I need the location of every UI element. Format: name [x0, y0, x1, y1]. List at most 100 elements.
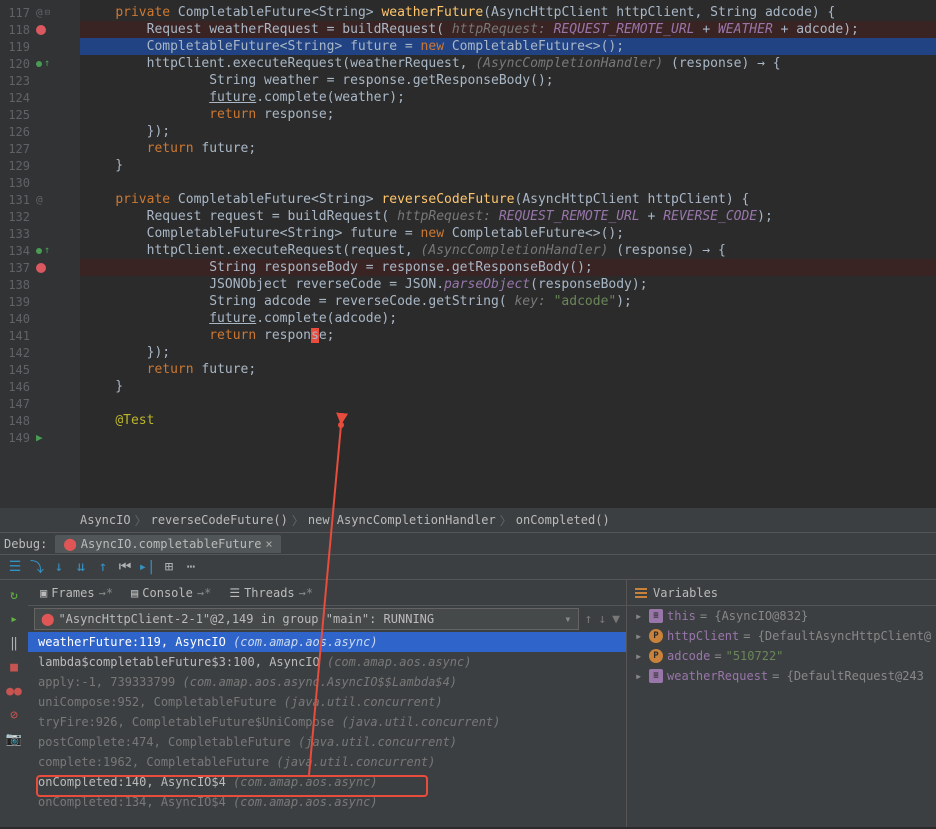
code-line[interactable]: @Test [80, 412, 936, 429]
breadcrumb-item[interactable]: AsyncIO [80, 513, 131, 527]
var-type-icon: P [649, 629, 663, 643]
gutter-arrow-icon: ↑ [44, 245, 50, 256]
debug-tab-label: AsyncIO.completableFuture [81, 537, 262, 551]
code-line[interactable]: JSONObject reverseCode = JSON.parseObjec… [80, 276, 936, 293]
code-line[interactable]: CompletableFuture<String> future = new C… [80, 38, 936, 55]
step-out-icon[interactable]: ↑ [94, 558, 112, 576]
code-line[interactable]: Request weatherRequest = buildRequest( h… [80, 21, 936, 38]
breadcrumb-item[interactable]: onCompleted() [516, 513, 610, 527]
thread-selector[interactable]: ⬤ "AsyncHttpClient-2-1"@2,149 in group "… [34, 608, 579, 630]
frames-icon: ▣ [40, 586, 47, 600]
console-tab[interactable]: ▤Console→* [123, 583, 219, 603]
step-over-icon[interactable]: ⤵ [28, 558, 46, 576]
code-line[interactable]: Request request = buildRequest( httpRequ… [80, 208, 936, 225]
breakpoint-icon[interactable] [36, 263, 46, 273]
gutter-dot-icon [36, 61, 42, 67]
prev-frame-icon[interactable]: ↑ [585, 612, 593, 627]
force-step-into-icon[interactable]: ⇊ [72, 558, 90, 576]
variable-row[interactable]: ▸P adcode = "510722" [627, 646, 936, 666]
code-line[interactable]: }); [80, 123, 936, 140]
code-line[interactable] [80, 174, 936, 191]
code-line[interactable]: String weather = response.getResponseBod… [80, 72, 936, 89]
code-line[interactable]: String adcode = reverseCode.getString( k… [80, 293, 936, 310]
variables-list[interactable]: ▸≡ this = {AsyncIO@832}▸P httpClient = {… [627, 606, 936, 686]
stack-frame[interactable]: lambda$completableFuture$3:100, AsyncIO … [28, 652, 626, 672]
stop-icon[interactable]: ■ [5, 658, 23, 676]
stack-frame[interactable]: uniCompose:952, CompletableFuture (java.… [28, 692, 626, 712]
code-line[interactable]: private CompletableFuture<String> revers… [80, 191, 936, 208]
code-line[interactable]: private CompletableFuture<String> weathe… [80, 4, 936, 21]
code-line[interactable]: httpClient.executeRequest(weatherRequest… [80, 55, 936, 72]
filter-icon[interactable]: ▼ [612, 612, 620, 627]
variable-row[interactable]: ▸≡ weatherRequest = {DefaultRequest@243 [627, 666, 936, 686]
stack-frame[interactable]: onCompleted:134, AsyncIO$4 (com.amap.aos… [28, 792, 626, 812]
var-type-icon: ≡ [649, 669, 663, 683]
run-to-cursor-icon[interactable]: ▸| [138, 558, 156, 576]
bug-icon: ⬤ [63, 537, 76, 551]
variable-row[interactable]: ▸≡ this = {AsyncIO@832} [627, 606, 936, 626]
mute-breakpoints-icon[interactable]: ⊘ [5, 706, 23, 724]
thread-selector-row: ⬤ "AsyncHttpClient-2-1"@2,149 in group "… [28, 606, 626, 632]
code-line[interactable]: return future; [80, 361, 936, 378]
next-frame-icon[interactable]: ↓ [598, 612, 606, 627]
resume-icon[interactable]: ▸ [5, 610, 23, 628]
gutter-dot-icon [36, 248, 42, 254]
view-breakpoints-icon[interactable]: ●● [5, 682, 23, 700]
debug-toolbar: ☰ ⤵ ↓ ⇊ ↑ ⏮ ▸| ⊞ ⋯ [0, 554, 936, 580]
code-line[interactable]: return future; [80, 140, 936, 157]
code-line[interactable]: return response; [80, 106, 936, 123]
debug-side-toolbar: ↻ ▸ ‖ ■ ●● ⊘ 📷 [0, 580, 28, 827]
evaluate-icon[interactable]: ⊞ [160, 558, 178, 576]
code-line[interactable]: return response; [80, 327, 936, 344]
debug-header: Debug: ⬤ AsyncIO.completableFuture × [0, 532, 936, 554]
thread-running-icon: ⬤ [41, 612, 54, 626]
show-exec-point-icon[interactable]: ☰ [6, 558, 24, 576]
code-line[interactable] [80, 395, 936, 412]
code-line[interactable]: String responseBody = response.getRespon… [80, 259, 936, 276]
debug-subtabs: ▣Frames→* ▤Console→* ☰Threads→* [28, 580, 626, 606]
code-line[interactable]: } [80, 157, 936, 174]
variables-panel: Variables ▸≡ this = {AsyncIO@832}▸P http… [626, 580, 936, 827]
code-line[interactable]: future.complete(weather); [80, 89, 936, 106]
stack-frame[interactable]: complete:1962, CompletableFuture (java.u… [28, 752, 626, 772]
code-line[interactable] [80, 429, 936, 446]
breakpoint-icon[interactable] [36, 25, 46, 35]
step-into-icon[interactable]: ↓ [50, 558, 68, 576]
gutter: 117@⊟118119120↑123124125126127129130131@… [0, 0, 80, 508]
code-line[interactable]: CompletableFuture<String> future = new C… [80, 225, 936, 242]
stack-frame[interactable]: apply:-1, 739333799 (com.amap.aos.async.… [28, 672, 626, 692]
close-icon[interactable]: × [265, 537, 272, 551]
debug-label: Debug: [4, 537, 47, 551]
drop-frame-icon[interactable]: ⏮ [116, 558, 134, 576]
breadcrumb-sep: 〉 [500, 512, 512, 529]
breadcrumb-item[interactable]: new AsyncCompletionHandler [308, 513, 496, 527]
code-line[interactable]: httpClient.executeRequest(request, (Asyn… [80, 242, 936, 259]
camera-icon[interactable]: 📷 [5, 730, 23, 748]
variables-label: Variables [653, 586, 718, 600]
frames-tab[interactable]: ▣Frames→* [32, 583, 121, 603]
breadcrumb-sep: 〉 [135, 512, 147, 529]
more-icon[interactable]: ⋯ [182, 558, 200, 576]
code-line[interactable]: } [80, 378, 936, 395]
fold-icon[interactable]: ⊟ [45, 8, 50, 18]
override-icon: @ [36, 6, 43, 19]
override-icon: @ [36, 193, 43, 206]
rerun-icon[interactable]: ↻ [5, 586, 23, 604]
code-line[interactable]: future.complete(adcode); [80, 310, 936, 327]
variable-row[interactable]: ▸P httpClient = {DefaultAsyncHttpClient@ [627, 626, 936, 646]
code-line[interactable]: }); [80, 344, 936, 361]
code-area[interactable]: private CompletableFuture<String> weathe… [80, 0, 936, 508]
stack-frame[interactable]: weatherFuture:119, AsyncIO (com.amap.aos… [28, 632, 626, 652]
breadcrumb-item[interactable]: reverseCodeFuture() [151, 513, 288, 527]
debug-tab[interactable]: ⬤ AsyncIO.completableFuture × [55, 535, 280, 553]
run-test-icon[interactable]: ▶ [36, 431, 43, 444]
stack-frame[interactable]: tryFire:926, CompletableFuture$UniCompos… [28, 712, 626, 732]
pause-icon[interactable]: ‖ [5, 634, 23, 652]
stack-frame[interactable]: postComplete:474, CompletableFuture (jav… [28, 732, 626, 752]
stack-frame[interactable]: onCompleted:140, AsyncIO$4 (com.amap.aos… [28, 772, 626, 792]
var-type-icon: P [649, 649, 663, 663]
breadcrumb: AsyncIO 〉 reverseCodeFuture() 〉 new Asyn… [0, 508, 936, 532]
breadcrumb-sep: 〉 [292, 512, 304, 529]
frames-list[interactable]: weatherFuture:119, AsyncIO (com.amap.aos… [28, 632, 626, 827]
threads-tab[interactable]: ☰Threads→* [221, 583, 321, 603]
